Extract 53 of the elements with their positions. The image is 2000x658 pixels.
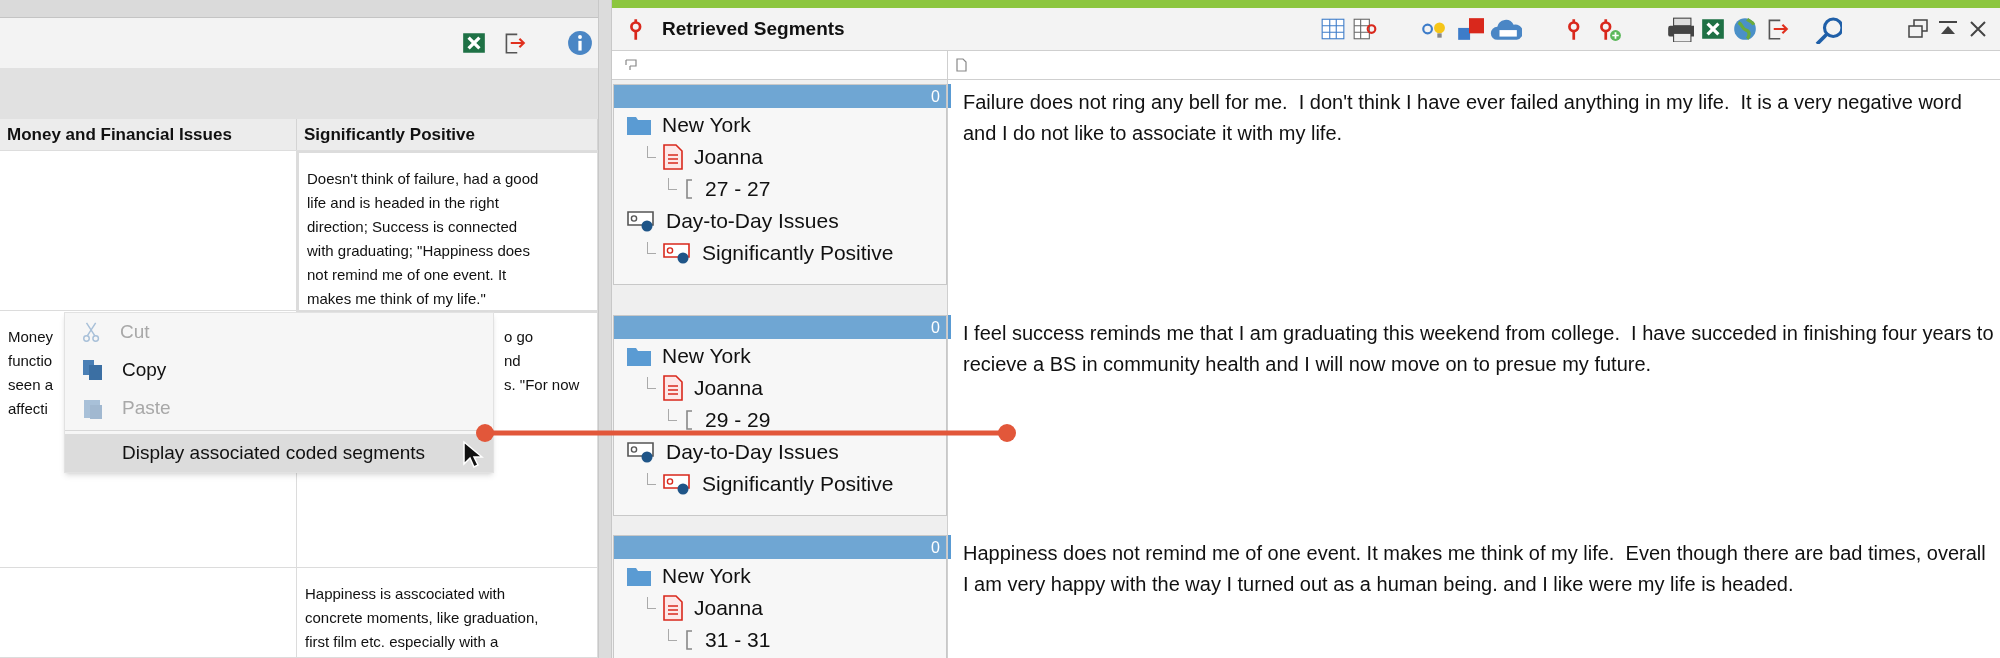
menu-item[interactable]: Display associated coded segments [65, 434, 493, 472]
code-tag-icon [662, 472, 692, 496]
spreadsheet-icon[interactable] [1700, 16, 1726, 42]
folder-icon [626, 114, 652, 136]
bracket-icon [683, 409, 695, 431]
table-cell-text: Doesn't think of failure, had a good life and is headed in the right direction; Success is connected with graduating; "Happiness does not remind me of one event. It makes me think of my life." [307, 169, 539, 309]
segment-count: 0 [931, 537, 940, 558]
tree-item[interactable]: Joanna [694, 592, 763, 624]
segment-card[interactable]: 0 New York Joanna 31 - 31 [613, 535, 947, 658]
tree-item[interactable]: 27 - 27 [705, 173, 771, 205]
code-tag-icon [626, 440, 656, 464]
restore-window-icon[interactable] [1906, 17, 1930, 41]
document-icon [662, 144, 684, 170]
page-icon [954, 58, 968, 72]
tree-item[interactable]: New York [662, 109, 751, 141]
tree-item[interactable]: Significantly Positive [702, 468, 894, 500]
column-header[interactable]: Money and Financial Issues [0, 118, 297, 150]
flag-icon [624, 58, 638, 72]
table-icon[interactable] [1352, 16, 1378, 42]
segment-count: 0 [931, 317, 940, 338]
table-icon[interactable] [1320, 16, 1346, 42]
tree-item[interactable]: 31 - 31 [705, 624, 771, 656]
tree-item[interactable]: New York [662, 340, 751, 372]
folder-icon [626, 345, 652, 367]
segment-count: 0 [931, 86, 940, 107]
code-tag-icon [662, 241, 692, 265]
menu-item[interactable]: Copy [65, 351, 493, 389]
globe-icon[interactable] [1732, 16, 1758, 42]
bracket-icon [683, 178, 695, 200]
tree-item[interactable]: 29 - 29 [705, 404, 771, 436]
bracket-icon [683, 629, 695, 651]
code-tag-icon [626, 209, 656, 233]
tree-item[interactable]: Joanna [694, 372, 763, 404]
table-cell-text: Money functio seen a affecti [8, 327, 54, 419]
document-icon [662, 375, 684, 401]
tree-item[interactable]: Day-to-Day Issues [666, 436, 839, 468]
segment-text: Happiness does not remind me of one event. It makes me think of my life. Even though there are bad times, overall I am very happy with the way I turned out as a human being. and I like were my life is headed. [962, 541, 1987, 597]
tree-item[interactable]: Day-to-Day Issues [666, 205, 839, 237]
tree-item[interactable]: Significantly Positive [702, 237, 894, 269]
tree-item[interactable]: New York [662, 560, 751, 592]
tree-item[interactable]: Joanna [694, 141, 763, 173]
table-cell-text: o go nd s. "For now [504, 327, 581, 395]
folder-icon [626, 565, 652, 587]
segment-text: I feel success reminds me that I am graduating this weekend from college. I have succeded in finishing four years to recieve a BS in community health and I will now move on to presue my future. [962, 321, 1995, 377]
document-icon [662, 595, 684, 621]
segment-card[interactable]: 0 New York Joanna 27 - 27 Day-to-Day Issues Significantly Positive [613, 84, 947, 285]
info-icon[interactable] [567, 29, 593, 56]
table-cell-text: Happiness is asscociated with concrete moments, like graduation, first film etc. especially with a [305, 584, 539, 652]
segment-card[interactable]: 0 New York Joanna 29 - 29 Day-to-Day Issues Significantly Positive [613, 315, 947, 516]
panel-title: Retrieved Segments [662, 16, 845, 41]
segment-text: Failure does not ring any bell for me. I don't think I have ever failed anything in my life. It is a very negative word and I do not like to associate it with my life. [962, 90, 1963, 146]
cursor-icon [462, 440, 484, 470]
copy-icon [81, 358, 105, 382]
